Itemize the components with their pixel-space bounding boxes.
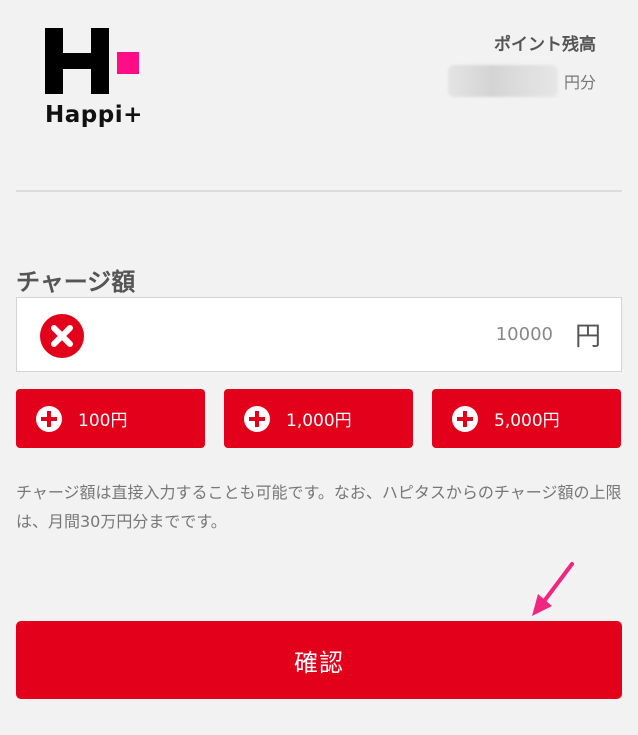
points-label: ポイント残高	[494, 35, 596, 55]
pointer-arrow-icon	[532, 562, 574, 616]
points-balance: ポイント残高 円分	[447, 30, 596, 97]
points-unit: 円分	[563, 73, 596, 92]
add-5000-button[interactable]: 5,000円	[432, 389, 621, 448]
plus-icon	[36, 405, 62, 432]
confirm-label: 確認	[294, 648, 344, 677]
points-value-masked	[447, 65, 558, 97]
points-value-row: 円分	[447, 65, 596, 97]
charge-amount-input[interactable]	[353, 324, 553, 345]
plus-icon	[452, 405, 478, 432]
plus-icon	[244, 405, 270, 432]
happi-logo-mark	[45, 28, 139, 94]
charge-amount-label: チャージ額	[16, 268, 136, 296]
add-100-button[interactable]: 100円	[16, 389, 205, 448]
header-divider	[16, 190, 622, 192]
preset-label: 100円	[78, 411, 128, 431]
charge-amount-unit: 円	[574, 322, 601, 352]
brand-name: Happi+	[45, 102, 143, 128]
clear-x-icon[interactable]	[40, 314, 84, 358]
charge-note: チャージ額は直接入力することも可能です。なお、ハピタスからのチャージ額の上限は、…	[16, 483, 622, 531]
charge-amount-field[interactable]: 円	[16, 297, 622, 372]
add-1000-button[interactable]: 1,000円	[224, 389, 413, 448]
preset-label: 5,000円	[494, 411, 560, 431]
preset-label: 1,000円	[286, 411, 352, 431]
confirm-button[interactable]: 確認	[16, 621, 622, 699]
charge-page: Happi+ ポイント残高 円分 チャージ額 円 100円	[0, 0, 638, 735]
brand-logo: Happi+	[45, 28, 145, 132]
